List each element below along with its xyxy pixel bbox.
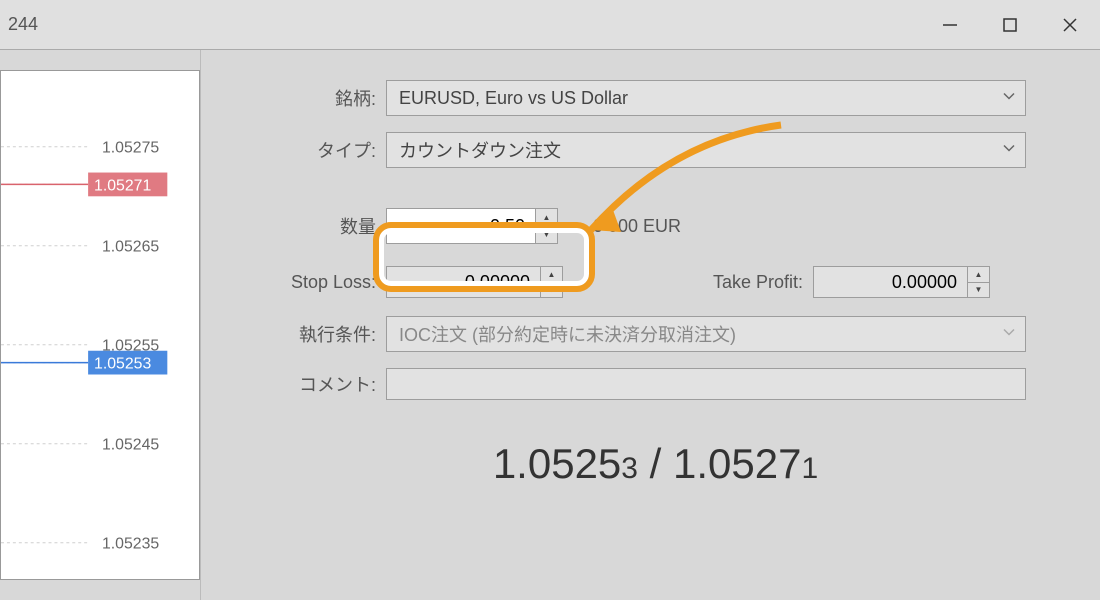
ask-price-tag: 1.05271 [94,177,151,194]
order-form: 銘柄: EURUSD, Euro vs US Dollar タイプ: カウントダ… [200,50,1100,600]
close-icon [1061,16,1079,34]
type-label: タイプ: [211,137,386,163]
grid-label: 1.05235 [102,536,159,553]
comment-input[interactable] [386,368,1026,400]
type-value: カウントダウン注文 [399,137,561,163]
volume-row: 数量 ▲ ▼ 0 000 EUR [211,208,1100,244]
window-controls [920,0,1100,49]
price-separator: / [638,440,673,487]
sl-spinner-buttons: ▲ ▼ [541,266,563,298]
bid-price-small: 3 [621,452,638,485]
symbol-value: EURUSD, Euro vs US Dollar [399,88,628,109]
fill-policy-value: IOC注文 (部分約定時に未決済分取消注文) [399,321,736,347]
content: 1.05275 1.05265 1.05255 1.05245 1.05235 … [0,50,1100,600]
grid-label: 1.05265 [102,239,159,256]
sl-input[interactable] [386,266,541,298]
sl-spinner: ▲ ▼ [386,266,563,298]
volume-label: 数量 [211,213,386,239]
symbol-dropdown[interactable]: EURUSD, Euro vs US Dollar [386,80,1026,116]
type-row: タイプ: カウントダウン注文 [211,132,1100,168]
chevron-down-icon [1001,324,1017,345]
maximize-button[interactable] [980,0,1040,49]
maximize-icon [1001,16,1019,34]
volume-input[interactable] [386,208,536,244]
price-display: 1.05253 / 1.05271 [211,440,1100,488]
tp-down-button[interactable]: ▼ [968,283,989,298]
tp-input[interactable] [813,266,968,298]
volume-spinner: ▲ ▼ [386,208,558,244]
comment-label: コメント: [211,371,386,397]
close-button[interactable] [1040,0,1100,49]
chevron-down-icon [1001,88,1017,109]
comment-row: コメント: [211,368,1100,400]
fill-policy-dropdown: IOC注文 (部分約定時に未決済分取消注文) [386,316,1026,352]
tp-label: Take Profit: [663,272,813,293]
type-dropdown[interactable]: カウントダウン注文 [386,132,1026,168]
window-title: 244 [8,14,38,35]
price-chart: 1.05275 1.05265 1.05255 1.05245 1.05235 … [1,71,199,579]
grid-label: 1.05245 [102,437,159,454]
sl-tp-row: Stop Loss: ▲ ▼ Take Profit: ▲ ▼ [211,266,1100,298]
bid-price-main: 1.0525 [493,440,621,487]
tp-spinner: ▲ ▼ [813,266,990,298]
volume-down-button[interactable]: ▼ [536,227,557,244]
fill-policy-label: 執行条件: [211,321,386,347]
ask-price-small: 1 [801,452,818,485]
tp-spinner-buttons: ▲ ▼ [968,266,990,298]
volume-spinner-buttons: ▲ ▼ [536,208,558,244]
volume-up-button[interactable]: ▲ [536,209,557,227]
symbol-row: 銘柄: EURUSD, Euro vs US Dollar [211,80,1100,116]
bid-price-tag: 1.05253 [94,356,151,373]
titlebar: 244 [0,0,1100,50]
sl-up-button[interactable]: ▲ [541,267,562,283]
chevron-down-icon [1001,140,1017,161]
sl-down-button[interactable]: ▼ [541,283,562,298]
ask-price-main: 1.0527 [673,440,801,487]
volume-eur-label: 0 000 EUR [593,216,681,237]
minimize-button[interactable] [920,0,980,49]
grid-label: 1.05275 [102,140,159,157]
sl-label: Stop Loss: [211,272,386,293]
minimize-icon [941,16,959,34]
tp-up-button[interactable]: ▲ [968,267,989,283]
fill-policy-row: 執行条件: IOC注文 (部分約定時に未決済分取消注文) [211,316,1100,352]
symbol-label: 銘柄: [211,85,386,111]
chart-panel: 1.05275 1.05265 1.05255 1.05245 1.05235 … [0,70,200,580]
